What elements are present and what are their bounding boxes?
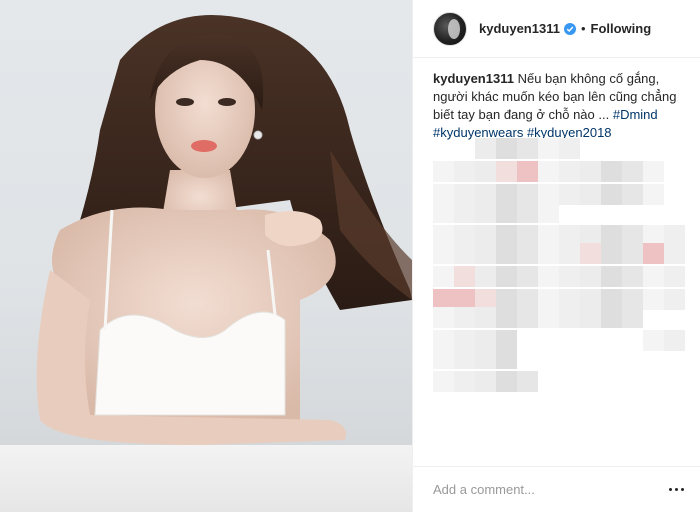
pixel-block bbox=[475, 202, 496, 223]
pixel-block bbox=[580, 266, 601, 287]
comment-bar bbox=[413, 466, 700, 512]
pixel-block bbox=[559, 307, 580, 328]
post-details-panel: kyduyen1311 • Following kyduyen1311 Nếu … bbox=[412, 0, 700, 512]
pixel-block bbox=[538, 243, 559, 264]
pixel-block bbox=[559, 161, 580, 182]
pixel-block bbox=[601, 266, 622, 287]
pixel-block bbox=[454, 266, 475, 287]
pixel-block bbox=[475, 307, 496, 328]
pixel-block bbox=[559, 243, 580, 264]
pixel-block bbox=[475, 371, 496, 392]
pixel-block bbox=[643, 330, 664, 351]
pixel-block bbox=[643, 266, 664, 287]
pixel-block bbox=[622, 307, 643, 328]
pixel-block bbox=[454, 243, 475, 264]
pixel-block bbox=[433, 266, 454, 287]
author-username[interactable]: kyduyen1311 bbox=[479, 21, 560, 36]
pixel-block bbox=[496, 307, 517, 328]
comment-input[interactable] bbox=[433, 482, 669, 497]
pixel-block bbox=[559, 184, 580, 205]
pixel-block bbox=[454, 307, 475, 328]
pixel-block bbox=[643, 243, 664, 264]
post-caption: kyduyen1311 Nếu bạn không cố gắng, người… bbox=[413, 58, 700, 142]
pixel-block bbox=[664, 243, 685, 264]
caption-username[interactable]: kyduyen1311 bbox=[433, 71, 514, 86]
pixelated-comments-area bbox=[433, 138, 685, 458]
post-photo[interactable] bbox=[0, 0, 412, 512]
pixel-block bbox=[475, 161, 496, 182]
pixel-block bbox=[580, 184, 601, 205]
pixel-block bbox=[475, 243, 496, 264]
pixel-block bbox=[517, 266, 538, 287]
pixel-block bbox=[496, 371, 517, 392]
pixel-block bbox=[496, 138, 517, 159]
pixel-block bbox=[538, 266, 559, 287]
pixel-block bbox=[580, 161, 601, 182]
author-avatar[interactable] bbox=[433, 11, 467, 46]
pixel-block bbox=[433, 202, 454, 223]
pixel-block bbox=[517, 138, 538, 159]
pixel-block bbox=[580, 243, 601, 264]
pixel-block bbox=[517, 243, 538, 264]
pixel-block bbox=[517, 161, 538, 182]
post-header: kyduyen1311 • Following bbox=[413, 0, 700, 58]
pixel-block bbox=[496, 161, 517, 182]
pixel-block bbox=[454, 161, 475, 182]
pixel-block bbox=[601, 184, 622, 205]
pixel-block bbox=[496, 348, 517, 369]
pixel-block bbox=[454, 348, 475, 369]
pixel-block bbox=[538, 202, 559, 223]
pixel-block bbox=[496, 266, 517, 287]
pixel-block bbox=[559, 266, 580, 287]
pixel-block bbox=[475, 348, 496, 369]
portrait-illustration bbox=[0, 15, 412, 512]
pixel-block bbox=[433, 243, 454, 264]
pixel-block bbox=[664, 289, 685, 310]
more-options-icon[interactable] bbox=[669, 488, 684, 491]
pixel-block bbox=[517, 202, 538, 223]
pixel-block bbox=[664, 330, 685, 351]
following-button[interactable]: Following bbox=[591, 21, 652, 36]
pixel-block bbox=[538, 161, 559, 182]
pixel-block bbox=[433, 348, 454, 369]
pixel-block bbox=[622, 266, 643, 287]
pixel-block bbox=[559, 138, 580, 159]
pixel-block bbox=[433, 161, 454, 182]
pixel-block bbox=[580, 307, 601, 328]
pixel-block bbox=[475, 266, 496, 287]
hashtag-link[interactable]: #Dmind bbox=[613, 107, 658, 122]
pixel-block bbox=[454, 202, 475, 223]
pixel-block bbox=[643, 289, 664, 310]
pixel-block bbox=[475, 138, 496, 159]
verified-badge-icon bbox=[563, 22, 576, 35]
pixel-block bbox=[622, 243, 643, 264]
pixel-block bbox=[643, 184, 664, 205]
pixel-block bbox=[454, 371, 475, 392]
pixel-block bbox=[601, 243, 622, 264]
pixel-block bbox=[538, 307, 559, 328]
pixel-block bbox=[643, 161, 664, 182]
pixel-block bbox=[496, 243, 517, 264]
pixel-block bbox=[433, 371, 454, 392]
pixel-block bbox=[538, 138, 559, 159]
pixel-block bbox=[517, 371, 538, 392]
pixel-block bbox=[664, 266, 685, 287]
header-separator: • bbox=[580, 21, 586, 36]
pixel-block bbox=[496, 202, 517, 223]
pixel-block bbox=[601, 161, 622, 182]
pixel-block bbox=[433, 307, 454, 328]
pixel-block bbox=[622, 184, 643, 205]
pixel-block bbox=[601, 307, 622, 328]
pixel-block bbox=[517, 307, 538, 328]
pixel-block bbox=[622, 161, 643, 182]
